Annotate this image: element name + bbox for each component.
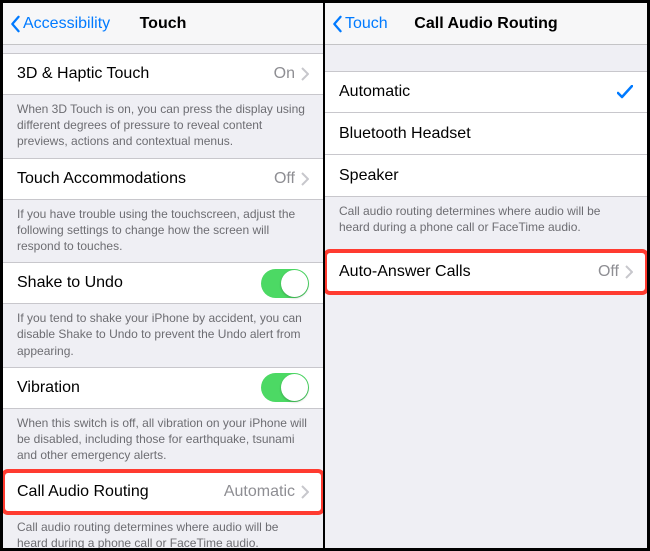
back-button[interactable]: Accessibility [9,3,110,44]
row-label: Touch Accommodations [17,170,274,188]
row-touch-accommodations[interactable]: Touch Accommodations Off [3,158,323,200]
scroll-area[interactable]: Automatic Bluetooth Headset Speaker Call… [325,45,647,548]
vibration-switch[interactable] [261,373,309,402]
row-label: Auto-Answer Calls [339,263,598,281]
footer-vibration: When this switch is off, all vibration o… [3,409,323,472]
row-value: Off [274,170,295,188]
row-call-audio-routing[interactable]: Call Audio Routing Automatic [3,471,323,513]
navbar: Touch Call Audio Routing [325,3,647,45]
back-button[interactable]: Touch [331,3,388,44]
footer-3d-haptic: When 3D Touch is on, you can press the d… [3,95,323,158]
row-3d-haptic-touch[interactable]: 3D & Haptic Touch On [3,53,323,95]
row-value: Automatic [224,483,295,501]
chevron-left-icon [9,15,21,33]
footer-options: Call audio routing determines where audi… [325,197,647,243]
option-automatic[interactable]: Automatic [325,71,647,113]
page-title: Call Audio Routing [414,15,557,33]
back-label: Touch [345,15,388,33]
row-label: Vibration [17,379,261,397]
row-auto-answer-calls[interactable]: Auto-Answer Calls Off [325,251,647,293]
chevron-right-icon [625,265,633,279]
scroll-area[interactable]: 3D & Haptic Touch On When 3D Touch is on… [3,45,323,548]
chevron-right-icon [301,67,309,81]
chevron-right-icon [301,172,309,186]
option-bluetooth-headset[interactable]: Bluetooth Headset [325,113,647,155]
call-audio-routing-pane: Touch Call Audio Routing Automatic Bluet… [325,1,649,550]
row-label: Call Audio Routing [17,483,224,501]
option-speaker[interactable]: Speaker [325,155,647,197]
touch-settings-pane: Accessibility Touch 3D & Haptic Touch On… [1,1,325,550]
row-label: Shake to Undo [17,274,261,292]
page-title: Touch [140,15,187,33]
back-label: Accessibility [23,15,110,33]
row-shake-to-undo[interactable]: Shake to Undo [3,262,323,304]
option-label: Speaker [339,167,633,185]
footer-routing: Call audio routing determines where audi… [3,513,323,548]
footer-shake: If you tend to shake your iPhone by acci… [3,304,323,367]
navbar: Accessibility Touch [3,3,323,45]
row-vibration[interactable]: Vibration [3,367,323,409]
chevron-left-icon [331,15,343,33]
option-label: Bluetooth Headset [339,125,633,143]
footer-accommodations: If you have trouble using the touchscree… [3,200,323,263]
checkmark-icon [617,85,633,99]
row-value: Off [598,263,619,281]
option-label: Automatic [339,83,617,101]
chevron-right-icon [301,485,309,499]
row-value: On [274,65,295,83]
shake-to-undo-switch[interactable] [261,269,309,298]
row-label: 3D & Haptic Touch [17,65,274,83]
